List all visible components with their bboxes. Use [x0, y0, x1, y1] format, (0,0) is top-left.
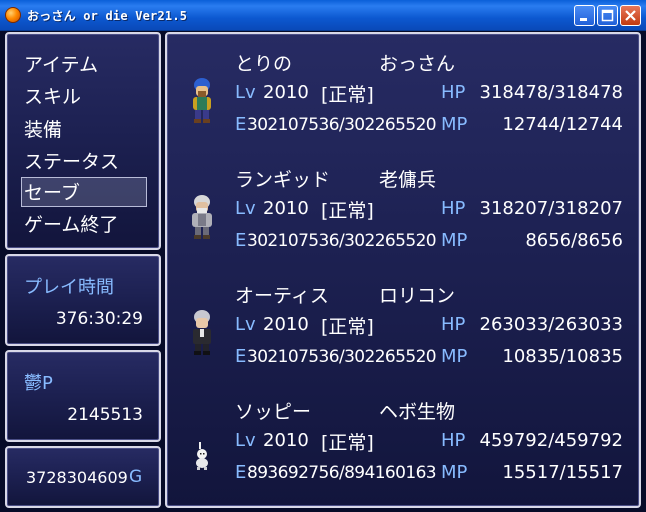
exp-label: E: [235, 230, 247, 251]
member-state: [正常]: [321, 432, 374, 454]
mp-value: 12744/12744: [502, 114, 623, 135]
menu-item-save[interactable]: セーブ: [24, 178, 80, 205]
mp-label: MP: [441, 462, 468, 483]
level-value: 2010: [263, 314, 309, 335]
member-state: [正常]: [321, 84, 374, 106]
menu-item-item[interactable]: アイテム: [24, 50, 98, 77]
hp-label: HP: [441, 430, 466, 451]
hp-value: 318207/318207: [479, 198, 624, 219]
level-value: 2010: [263, 198, 309, 219]
mp-value: 10835/10835: [502, 346, 623, 367]
member-class: 老傭兵: [379, 169, 437, 191]
level-label: Lv: [235, 198, 256, 219]
minimize-button[interactable]: [574, 5, 595, 26]
window-title: おっさん or die Ver21.5: [27, 9, 188, 23]
close-icon: [625, 10, 636, 21]
hp-value: 459792/459792: [479, 430, 624, 451]
hp-label: HP: [441, 198, 466, 219]
character-sprite-otis: [193, 310, 211, 355]
app-icon: [5, 7, 21, 23]
hp-value: 318478/318478: [479, 82, 624, 103]
hp-label: HP: [441, 82, 466, 103]
playtime-label: プレイ時間: [24, 277, 114, 298]
menu-item-status[interactable]: ステータス: [24, 147, 119, 174]
hp-value: 263033/263033: [479, 314, 624, 335]
party-status-window: とりの おっさん Lv 2010 [正常] HP 318478/318478 E…: [165, 32, 641, 508]
exp-value: 302107536/302265520: [247, 347, 437, 367]
level-value: 2010: [263, 82, 309, 103]
mp-label: MP: [441, 114, 468, 135]
menu-item-equip[interactable]: 装備: [24, 115, 62, 142]
menu-item-game-end[interactable]: ゲーム終了: [24, 210, 118, 237]
gold-unit: G: [129, 467, 143, 487]
exp-value: 893692756/894160163: [247, 463, 437, 483]
hp-label: HP: [441, 314, 466, 335]
playtime-window: プレイ時間 376:30:29: [5, 254, 161, 346]
member-class: ヘボ生物: [379, 401, 456, 423]
maximize-button[interactable]: [597, 5, 618, 26]
points-window: 鬱P 2145513: [5, 350, 161, 442]
member-class: ロリコン: [379, 285, 456, 307]
exp-label: E: [235, 114, 247, 135]
maximize-icon: [601, 9, 614, 22]
points-label: 鬱P: [24, 373, 53, 394]
game-window: おっさん or die Ver21.5 アイテム スキル 装備 ステータス セー…: [0, 0, 646, 512]
party-member-1[interactable]: とりの おっさん Lv 2010 [正常] HP 318478/318478 E…: [167, 34, 639, 150]
member-name: オーティス: [235, 285, 329, 307]
party-member-3[interactable]: オーティス ロリコン Lv 2010 [正常] HP 263033/263033…: [167, 266, 639, 382]
gold-value: 3728304609: [26, 468, 128, 487]
mp-value: 15517/15517: [502, 462, 623, 483]
member-class: おっさん: [379, 53, 456, 75]
character-sprite-torino: [193, 78, 211, 123]
character-sprite-languid: [192, 195, 212, 239]
level-value: 2010: [263, 430, 309, 451]
title-bar[interactable]: おっさん or die Ver21.5: [0, 0, 646, 31]
member-state: [正常]: [321, 316, 374, 338]
member-name: ランギッド: [235, 169, 331, 191]
party-member-4[interactable]: ソッピー ヘボ生物 Lv 2010 [正常] HP 459792/459792 …: [167, 382, 639, 498]
member-state: [正常]: [321, 200, 374, 222]
mp-label: MP: [441, 230, 468, 251]
exp-value: 302107536/302265520: [247, 115, 437, 135]
level-label: Lv: [235, 314, 256, 335]
points-value: 2145513: [67, 405, 143, 425]
level-label: Lv: [235, 430, 256, 451]
mp-value: 8656/8656: [525, 230, 623, 251]
exp-label: E: [235, 346, 247, 367]
menu-item-skill[interactable]: スキル: [24, 82, 81, 109]
character-sprite-soppy: [196, 442, 208, 470]
exp-label: E: [235, 462, 247, 483]
close-button[interactable]: [620, 5, 641, 26]
minimize-icon: [580, 18, 587, 21]
member-name: ソッピー: [235, 401, 312, 423]
level-label: Lv: [235, 82, 256, 103]
playtime-value: 376:30:29: [55, 309, 143, 329]
member-name: とりの: [235, 53, 293, 75]
gold-window: 3728304609 G: [5, 446, 161, 508]
game-screen: アイテム スキル 装備 ステータス セーブ ゲーム終了 プレイ時間 376:30…: [0, 31, 646, 512]
party-member-2[interactable]: ランギッド 老傭兵 Lv 2010 [正常] HP 318207/318207 …: [167, 150, 639, 266]
command-menu: アイテム スキル 装備 ステータス セーブ ゲーム終了: [5, 32, 161, 250]
mp-label: MP: [441, 346, 468, 367]
exp-value: 302107536/302265520: [247, 231, 437, 251]
